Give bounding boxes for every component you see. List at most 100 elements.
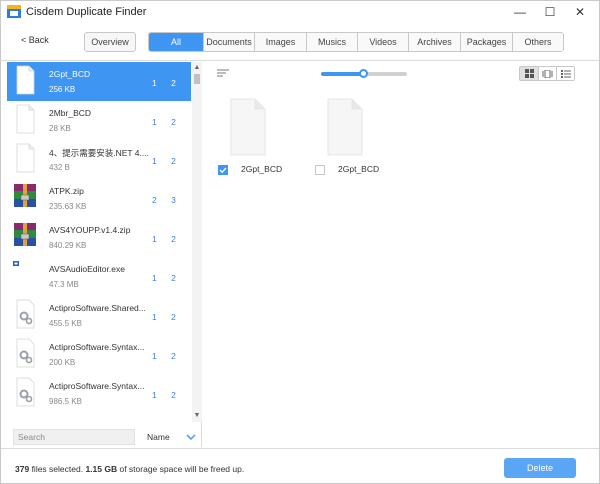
- duplicate-count: 2 3: [152, 195, 182, 205]
- blank-document-icon: [327, 98, 363, 156]
- sort-label: Name: [147, 432, 170, 442]
- list-item[interactable]: ATPK.zip 235.63 KB 2 3: [7, 179, 191, 218]
- list-item[interactable]: ActiproSoftware.Syntax... 200 KB 1 2: [7, 335, 191, 374]
- selected-label: files selected.: [31, 464, 84, 474]
- file-size: 256 KB: [49, 85, 76, 94]
- file-name: ATPK.zip: [49, 186, 84, 196]
- list-item[interactable]: ActiproSoftware.Shared... 455.5 KB 1 2: [7, 296, 191, 335]
- tab-packages[interactable]: Packages: [460, 33, 512, 51]
- duplicate-count: 1 2: [152, 273, 182, 283]
- file-name: ActiproSoftware.Syntax...: [49, 381, 145, 391]
- list-view-button[interactable]: [556, 67, 574, 80]
- tab-others[interactable]: Others: [512, 33, 563, 51]
- blank-document-icon: [16, 104, 35, 134]
- file-size: 235.63 KB: [49, 202, 87, 211]
- dll-gear-document-icon: [16, 338, 35, 368]
- freed-space-label: of storage space will be freed up.: [119, 464, 245, 474]
- zoom-slider-handle[interactable]: [359, 69, 368, 78]
- winrar-archive-icon: [14, 223, 36, 246]
- file-name: 2Gpt_BCD: [338, 164, 380, 174]
- list-item[interactable]: AVSAudioEditor.exe 47.3 MB 1 2: [7, 257, 191, 296]
- search-input[interactable]: Search: [13, 429, 135, 445]
- toolbar: < Back Overview All Documents Images Mus…: [1, 23, 599, 61]
- tab-archives[interactable]: Archives: [408, 33, 460, 51]
- file-size: 432 B: [49, 163, 70, 172]
- checkmark-icon: [219, 167, 227, 174]
- view-mode-toggle: [519, 66, 575, 81]
- title-bar: Cisdem Duplicate Finder — ☐ ✕: [1, 1, 599, 23]
- status-bar: 379 files selected. 1.15 GB of storage s…: [1, 448, 599, 483]
- file-list[interactable]: 2Gpt_BCD 256 KB 1 2 2Mbr_BCD 28 KB 1 2 4…: [7, 62, 191, 422]
- scroll-up-arrow-icon[interactable]: ▲: [192, 64, 202, 72]
- tab-musics[interactable]: Musics: [306, 33, 357, 51]
- list-item[interactable]: ActiproSoftware.Syntax... 986.5 KB 1 2: [7, 374, 191, 413]
- category-tabs: All Documents Images Musics Videos Archi…: [148, 32, 564, 52]
- close-button[interactable]: ✕: [565, 1, 595, 23]
- duplicate-count: 1 2: [152, 351, 182, 361]
- file-size: 47.3 MB: [49, 280, 79, 289]
- winrar-archive-icon: [14, 184, 36, 207]
- file-name: 2Gpt_BCD: [49, 69, 91, 79]
- duplicate-list-panel: 2Gpt_BCD 256 KB 1 2 2Mbr_BCD 28 KB 1 2 4…: [7, 62, 202, 447]
- file-name: 4、提示需要安装.NET 4....: [49, 148, 149, 158]
- list-item[interactable]: AVS4YOUPP.v1.4.zip 840.29 KB 1 2: [7, 218, 191, 257]
- tab-documents[interactable]: Documents: [203, 33, 254, 51]
- duplicate-count: 1 2: [152, 78, 182, 88]
- file-name: AVS4YOUPP.v1.4.zip: [49, 225, 131, 235]
- blank-document-icon: [16, 65, 35, 95]
- file-size: 28 KB: [49, 124, 71, 133]
- blank-document-icon: [230, 98, 266, 156]
- dll-gear-document-icon: [16, 377, 35, 407]
- app-window: Cisdem Duplicate Finder — ☐ ✕ < Back Ove…: [0, 0, 600, 484]
- selected-count: 379: [15, 464, 30, 474]
- duplicate-count: 1 2: [152, 156, 182, 166]
- sort-options-icon[interactable]: [217, 68, 229, 78]
- sort-dropdown[interactable]: Name: [144, 429, 198, 445]
- list-scrollbar[interactable]: ▲ ▼: [192, 62, 202, 422]
- duplicate-count: 1 2: [152, 312, 182, 322]
- chevron-down-icon: [186, 434, 196, 440]
- file-name: 2Gpt_BCD: [241, 164, 283, 174]
- duplicate-count: 1 2: [152, 234, 182, 244]
- list-item[interactable]: 2Mbr_BCD 28 KB 1 2: [7, 101, 191, 140]
- list-item[interactable]: 2Gpt_BCD 256 KB 1 2: [7, 62, 191, 101]
- zoom-slider[interactable]: [321, 69, 407, 78]
- list-view-icon: [560, 69, 571, 78]
- overview-button[interactable]: Overview: [84, 32, 136, 52]
- file-name: ActiproSoftware.Syntax...: [49, 342, 145, 352]
- file-name: 2Mbr_BCD: [49, 108, 92, 118]
- selection-summary: 379 files selected. 1.15 GB of storage s…: [15, 464, 244, 474]
- file-size: 200 KB: [49, 358, 76, 367]
- app-logo-icon: [7, 5, 21, 18]
- file-checkbox[interactable]: [315, 165, 325, 175]
- tab-videos[interactable]: Videos: [357, 33, 408, 51]
- minimize-button[interactable]: —: [505, 1, 535, 23]
- file-checkbox[interactable]: [218, 165, 228, 175]
- delete-button[interactable]: Delete: [504, 458, 576, 478]
- zoom-slider-fill: [321, 72, 364, 76]
- file-size: 455.5 KB: [49, 319, 82, 328]
- window-title: Cisdem Duplicate Finder: [26, 6, 147, 18]
- executable-icon: [13, 261, 19, 266]
- list-item[interactable]: 4、提示需要安装.NET 4.... 432 B 1 2: [7, 140, 191, 179]
- file-name: AVSAudioEditor.exe: [49, 264, 125, 274]
- scroll-thumb[interactable]: [194, 74, 200, 84]
- tab-all[interactable]: All: [149, 33, 203, 51]
- file-size: 986.5 KB: [49, 397, 82, 406]
- maximize-button[interactable]: ☐: [535, 1, 565, 23]
- duplicate-count: 1 2: [152, 117, 182, 127]
- blank-document-icon: [16, 143, 35, 173]
- freed-space-value: 1.15 GB: [85, 464, 118, 474]
- grid-view-icon: [524, 69, 534, 78]
- duplicate-count: 1 2: [152, 390, 182, 400]
- grid-view-button[interactable]: [520, 67, 538, 80]
- preview-panel: 2Gpt_BCD 2Gpt_BCD: [203, 62, 599, 447]
- tab-images[interactable]: Images: [254, 33, 306, 51]
- file-name: ActiproSoftware.Shared...: [49, 303, 146, 313]
- back-button[interactable]: < Back: [21, 35, 49, 45]
- dll-gear-document-icon: [16, 299, 35, 329]
- coverflow-view-icon: [542, 69, 553, 78]
- scroll-down-arrow-icon[interactable]: ▼: [192, 412, 202, 420]
- coverflow-view-button[interactable]: [538, 67, 556, 80]
- file-size: 840.29 KB: [49, 241, 87, 250]
